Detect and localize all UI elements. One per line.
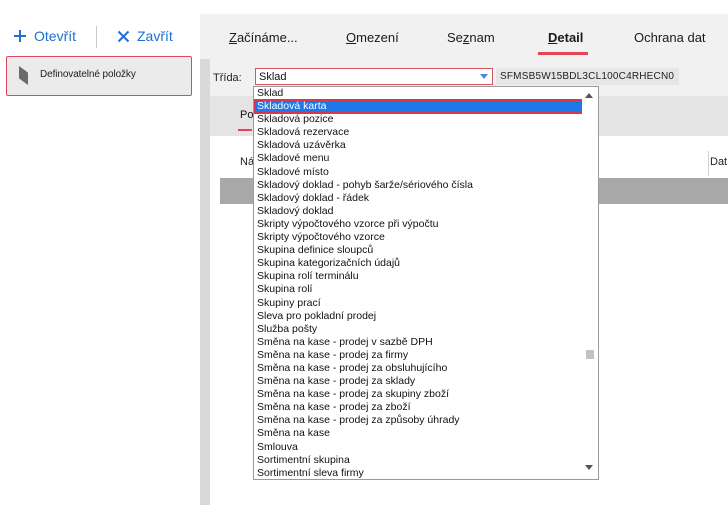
scrollbar-thumb[interactable] [586,350,594,359]
dropdown-item-selected[interactable]: Skladová karta [254,99,583,115]
close-button[interactable]: Zavřít [117,25,173,47]
dropdown-item[interactable]: Skladová uzávěrka [255,139,582,152]
dropdown-scrollbar[interactable] [582,88,596,478]
dropdown-item[interactable]: Skladová rezervace [255,126,582,139]
chevron-down-icon[interactable] [480,74,488,79]
class-combobox-value: Sklad [259,71,287,83]
dropdown-item[interactable]: Skupina kategorizačních údajů [255,257,582,270]
active-tab-indicator [538,52,588,55]
column-header-date[interactable]: Dat [710,156,727,168]
class-dropdown-list[interactable]: Sklad Skladová karta Skladová pozice Sklado… [253,86,599,480]
tab-omezeni[interactable]: Omezení [346,30,399,45]
dropdown-item[interactable]: Skupina rolí [255,283,582,296]
dropdown-item[interactable]: Sortimentní sleva firmy [255,467,582,479]
column-divider [708,151,709,176]
column-header-name[interactable]: Ná [240,156,254,168]
toolbar-divider [96,26,97,48]
active-subtab-indicator [238,129,252,131]
dropdown-item[interactable]: Skupina definice sloupců [255,244,582,257]
dropdown-item[interactable]: Sklad [255,87,582,100]
definable-items-panel[interactable]: Definovatelné položky [6,56,192,96]
scroll-up-icon[interactable] [585,93,593,98]
tab-ochrana-dat[interactable]: Ochrana dat [634,30,706,45]
open-button[interactable]: Otevřít [13,25,76,47]
dropdown-item[interactable]: Směna na kase - prodej za způsoby úhrady [255,414,582,427]
dropdown-item[interactable]: Skladové menu [255,152,582,165]
dropdown-item[interactable]: Směna na kase - prodej za zboží [255,401,582,414]
dropdown-item[interactable]: Směna na kase - prodej za obsluhujícího [255,362,582,375]
tab-seznam[interactable]: Seznam [447,30,495,45]
tab-zaciname[interactable]: Začínáme... [229,30,298,45]
dropdown-item[interactable]: Skladová pozice [255,113,582,126]
dropdown-item[interactable]: Sleva pro pokladní prodej [255,310,582,323]
class-combobox[interactable]: Sklad [255,68,493,85]
class-code-field: SFMSB5W15BDL3CL100C4RHECN0 [496,68,679,85]
tab-detail[interactable]: Detail [548,30,583,45]
dropdown-item[interactable]: Smlouva [255,441,582,454]
dropdown-item[interactable]: Skripty výpočtového vzorce [255,231,582,244]
dropdown-item[interactable]: Směna na kase - prodej za sklady [255,375,582,388]
open-button-label: Otevřít [34,28,77,44]
panel-flag-icon [19,66,28,85]
class-label: Třída: [213,72,242,84]
left-gutter [200,59,210,505]
dropdown-item[interactable]: Směna na kase [255,427,582,440]
dropdown-item[interactable]: Skladový doklad [255,205,582,218]
dropdown-item[interactable]: Směna na kase - prodej za firmy [255,349,582,362]
close-icon [117,30,130,42]
plus-icon [14,30,26,42]
dropdown-item[interactable]: Směna na kase - prodej za skupiny zboží [255,388,582,401]
dropdown-item[interactable]: Skladový doklad - pohyb šarže/sériového … [255,179,582,192]
dropdown-item[interactable]: Směna na kase - prodej v sazbě DPH [255,336,582,349]
close-button-label: Zavřít [137,28,173,44]
dropdown-item[interactable]: Skupina rolí terminálu [255,270,582,283]
dropdown-item[interactable]: Skladové místo [255,166,582,179]
dropdown-item[interactable]: Sortimentní skupina [255,454,582,467]
dropdown-item[interactable]: Skupiny prací [255,297,582,310]
definable-items-label: Definovatelné položky [40,69,136,80]
dropdown-item[interactable]: Služba pošty [255,323,582,336]
dropdown-items: Sklad Skladová karta Skladová pozice Sklado… [254,87,583,479]
dropdown-item[interactable]: Skripty výpočtového vzorce při výpočtu [255,218,582,231]
tab-bar: Začínáme... Omezení Seznam Detail Ochran… [200,14,728,59]
subtab-first[interactable]: Po [240,109,253,121]
dropdown-item[interactable]: Skladový doklad - řádek [255,192,582,205]
scroll-down-icon[interactable] [585,465,593,470]
left-pane: Otevřít Zavřít Definovatelné položky [0,0,200,505]
